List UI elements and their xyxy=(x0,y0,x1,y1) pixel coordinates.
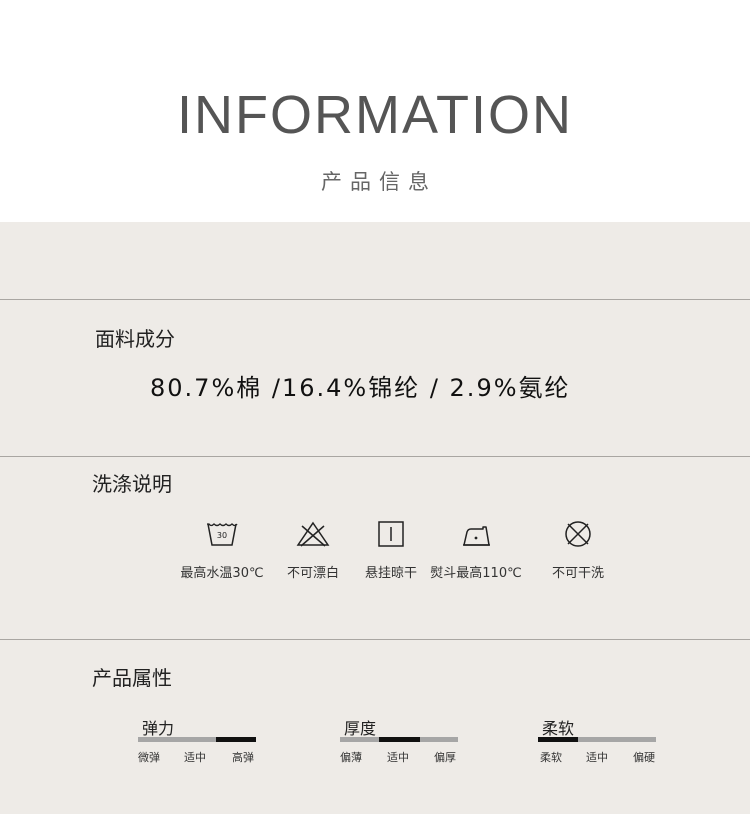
care-section-title: 洗涤说明 xyxy=(92,472,172,496)
attribute-scale-labels: 柔软 适中 偏硬 xyxy=(538,749,668,765)
scale-label: 微弹 xyxy=(138,751,160,764)
attribute-scale-labels: 偏薄 适中 偏厚 xyxy=(340,749,470,765)
divider xyxy=(0,456,750,457)
care-label: 不可干洗 xyxy=(551,566,604,581)
page-subtitle: 产品信息 xyxy=(321,170,437,194)
scale-label: 柔软 xyxy=(540,751,562,764)
divider xyxy=(0,299,750,300)
attribute-scale-bar xyxy=(538,737,656,742)
attribute-name: 柔软 xyxy=(542,719,575,738)
divider xyxy=(0,639,750,640)
wash-temp-text: 30 xyxy=(217,531,227,540)
attribute-scale-indicator xyxy=(215,737,256,742)
attributes-section-title: 产品属性 xyxy=(92,666,172,690)
wash-30-icon: 30 xyxy=(207,523,238,546)
scale-label: 偏硬 xyxy=(633,751,655,764)
iron-icon xyxy=(463,526,490,546)
scale-label: 适中 xyxy=(184,751,206,764)
line-dry-shade-icon xyxy=(378,521,404,547)
attribute-scale-indicator xyxy=(538,737,579,742)
fabric-composition: 80.7%棉 /16.4%锦纶 / 2.9%氨纶 xyxy=(150,374,571,402)
page-title: INFORMATION xyxy=(177,85,573,145)
scale-label: 偏薄 xyxy=(340,751,362,764)
attribute-scale-indicator xyxy=(379,737,420,742)
header: INFORMATION 产品信息 xyxy=(0,0,750,222)
no-dry-clean-icon xyxy=(565,521,591,547)
scale-label: 高弹 xyxy=(232,751,254,764)
scale-label: 适中 xyxy=(586,751,608,764)
attribute-scale-labels: 微弹 适中 高弹 xyxy=(138,749,268,765)
attribute-scale-bar xyxy=(340,737,458,742)
attribute-scale-bar xyxy=(138,737,256,742)
scale-label: 适中 xyxy=(387,751,409,764)
care-item: 不可干洗 xyxy=(518,520,638,581)
attribute-name: 厚度 xyxy=(344,719,377,738)
no-bleach-icon xyxy=(296,521,330,547)
attribute-name: 弹力 xyxy=(142,719,175,738)
fabric-section-title: 面料成分 xyxy=(95,327,175,351)
scale-label: 偏厚 xyxy=(434,751,456,764)
